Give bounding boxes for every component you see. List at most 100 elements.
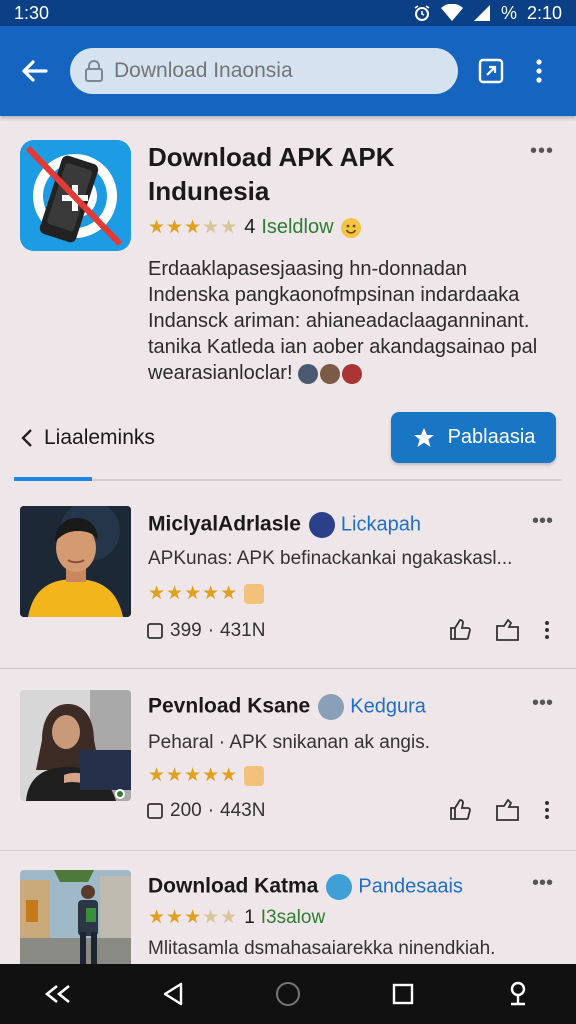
bookmark-icon[interactable]	[494, 798, 522, 822]
post-title-text: Download Katma	[148, 874, 319, 898]
star-rating-icon: ★★★★★	[148, 583, 239, 604]
avatar	[244, 583, 265, 604]
person-photo-icon	[20, 506, 131, 617]
wifi-icon	[440, 4, 463, 21]
post-tag[interactable]: Pandesaais	[358, 876, 463, 898]
comment-icon	[147, 803, 163, 819]
view-count: 443N	[220, 800, 266, 821]
bookmark-icon[interactable]	[494, 618, 522, 642]
app-bar	[0, 26, 576, 116]
person-photo-icon	[20, 690, 131, 801]
post-thumbnail	[20, 506, 131, 617]
post-rating: ★★★★★ 1 I3salow	[148, 906, 325, 929]
meta-separator: ·	[207, 620, 215, 641]
list-divider	[0, 850, 576, 851]
post-actions	[448, 618, 550, 642]
links-label: Liaaleminks	[44, 426, 155, 449]
list-item[interactable]: Download Katma Pandesaais ••• ★★★★★ 1 I3s…	[0, 870, 576, 964]
nav-home-button[interactable]	[268, 974, 308, 1014]
thumbs-up-icon[interactable]	[448, 798, 472, 822]
reviewer-avatars	[298, 363, 363, 384]
tab-indicator-bar	[14, 477, 562, 481]
search-input[interactable]	[114, 59, 424, 83]
post-title-text: Pevnload Ksane	[148, 694, 311, 718]
status-bar: 1:30 % 2:10	[0, 0, 576, 26]
more-vert-icon	[536, 59, 542, 83]
comment-count: 200	[170, 800, 202, 821]
post-more-button[interactable]: •••	[532, 692, 553, 715]
double-back-button[interactable]	[38, 974, 78, 1014]
triangle-back-icon	[163, 982, 182, 1006]
hero-more-button[interactable]: •••	[530, 140, 554, 163]
signal-icon	[473, 5, 490, 21]
status-icons: % 2:10	[413, 3, 562, 24]
back-button[interactable]	[14, 51, 54, 91]
alarm-icon	[414, 5, 430, 21]
arrow-left-icon	[22, 60, 48, 82]
status-time-left: 1:30	[14, 2, 50, 23]
app-rating: ★★★★★ 4 Iseldlow	[148, 216, 362, 239]
square-recents-icon	[392, 983, 414, 1005]
post-title: MiclyalAdrlasle Lickapah	[148, 512, 421, 538]
app-description: Erdaaklapasesjaasing hn-donnadan Indensk…	[148, 256, 558, 386]
post-thumbnail	[20, 690, 131, 801]
double-chevron-left-icon	[44, 984, 70, 1004]
system-nav-bar	[0, 964, 576, 1024]
star-rating-icon: ★★★★★	[148, 765, 239, 786]
post-more-button[interactable]: •••	[532, 510, 553, 533]
thumbs-up-icon[interactable]	[448, 618, 472, 642]
avatar	[244, 765, 265, 786]
post-rating: ★★★★★	[148, 764, 265, 787]
nav-accessibility-button[interactable]	[498, 974, 538, 1014]
status-clock: 2:10	[526, 2, 562, 23]
badge-icon	[308, 512, 335, 538]
nav-back-button[interactable]	[153, 974, 193, 1014]
star-rating-icon: ★★★★★	[148, 217, 239, 238]
app-icon	[20, 140, 131, 251]
meta-separator: ·	[207, 800, 215, 821]
publish-button[interactable]: Pablaasia	[391, 412, 556, 463]
rating-number: 1	[244, 906, 255, 928]
person-pin-icon	[511, 981, 526, 1006]
circle-home-icon	[275, 982, 300, 1006]
rating-label: Iseldlow	[261, 216, 334, 238]
badge-icon	[318, 694, 345, 720]
chevron-left-icon	[21, 429, 32, 447]
post-meta: 399 · 431N	[146, 620, 265, 642]
more-vert-icon[interactable]	[544, 620, 550, 640]
post-thumbnail	[20, 870, 131, 964]
rating-label: I3salow	[260, 906, 326, 928]
avatar	[298, 363, 319, 384]
star-rating-icon: ★★★★★	[148, 907, 239, 928]
post-tag[interactable]: Lickapah	[341, 514, 421, 536]
description-line: wearasianloclar!	[148, 362, 293, 384]
active-tab-indicator	[14, 477, 92, 481]
list-item[interactable]: MiclyalAdrlasle Lickapah ••• APKunas: APK…	[0, 506, 576, 666]
street-photo-icon	[20, 870, 131, 964]
star-icon	[413, 427, 434, 447]
rating-number: 4	[244, 216, 256, 238]
open-external-button[interactable]	[474, 54, 508, 88]
post-actions	[448, 798, 550, 822]
list-item[interactable]: Pevnload Ksane Kedgura ••• Peharal · APK …	[0, 690, 576, 840]
description-line: Erdaaklapasesjaasing hn-donnadan	[148, 258, 468, 280]
description-line: Indenska pangkaonofmpsinan indardaaka	[148, 284, 520, 306]
more-vert-icon[interactable]	[544, 800, 550, 820]
post-more-button[interactable]: •••	[532, 872, 553, 895]
battery-icon: %	[500, 2, 517, 23]
app-header-section: Download APK APK Indunesia ••• ★★★★★ 4 I…	[0, 120, 576, 480]
app-logo-icon	[20, 140, 131, 251]
post-meta: 200 · 443N	[146, 800, 265, 822]
smiley-icon	[340, 217, 361, 238]
publish-label: Pablaasia	[447, 426, 536, 448]
post-title: Pevnload Ksane Kedgura	[148, 694, 426, 720]
post-title: Download Katma Pandesaais	[148, 874, 463, 900]
overflow-menu-button[interactable]	[522, 54, 556, 88]
post-subtitle: Peharal · APK snikanan ak angis.	[148, 732, 431, 753]
search-bar[interactable]	[70, 48, 458, 94]
post-tag[interactable]: Kedgura	[350, 696, 426, 718]
badge-icon	[326, 874, 353, 900]
description-last-line: wearasianloclar!	[148, 360, 558, 386]
nav-recents-button[interactable]	[383, 974, 423, 1014]
links-button[interactable]: Liaaleminks	[20, 426, 155, 450]
